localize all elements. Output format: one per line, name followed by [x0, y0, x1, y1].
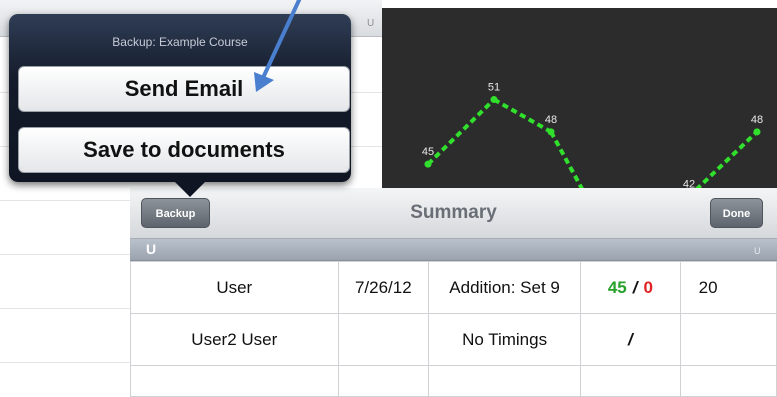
annotation-arrow-icon: [254, 0, 302, 92]
